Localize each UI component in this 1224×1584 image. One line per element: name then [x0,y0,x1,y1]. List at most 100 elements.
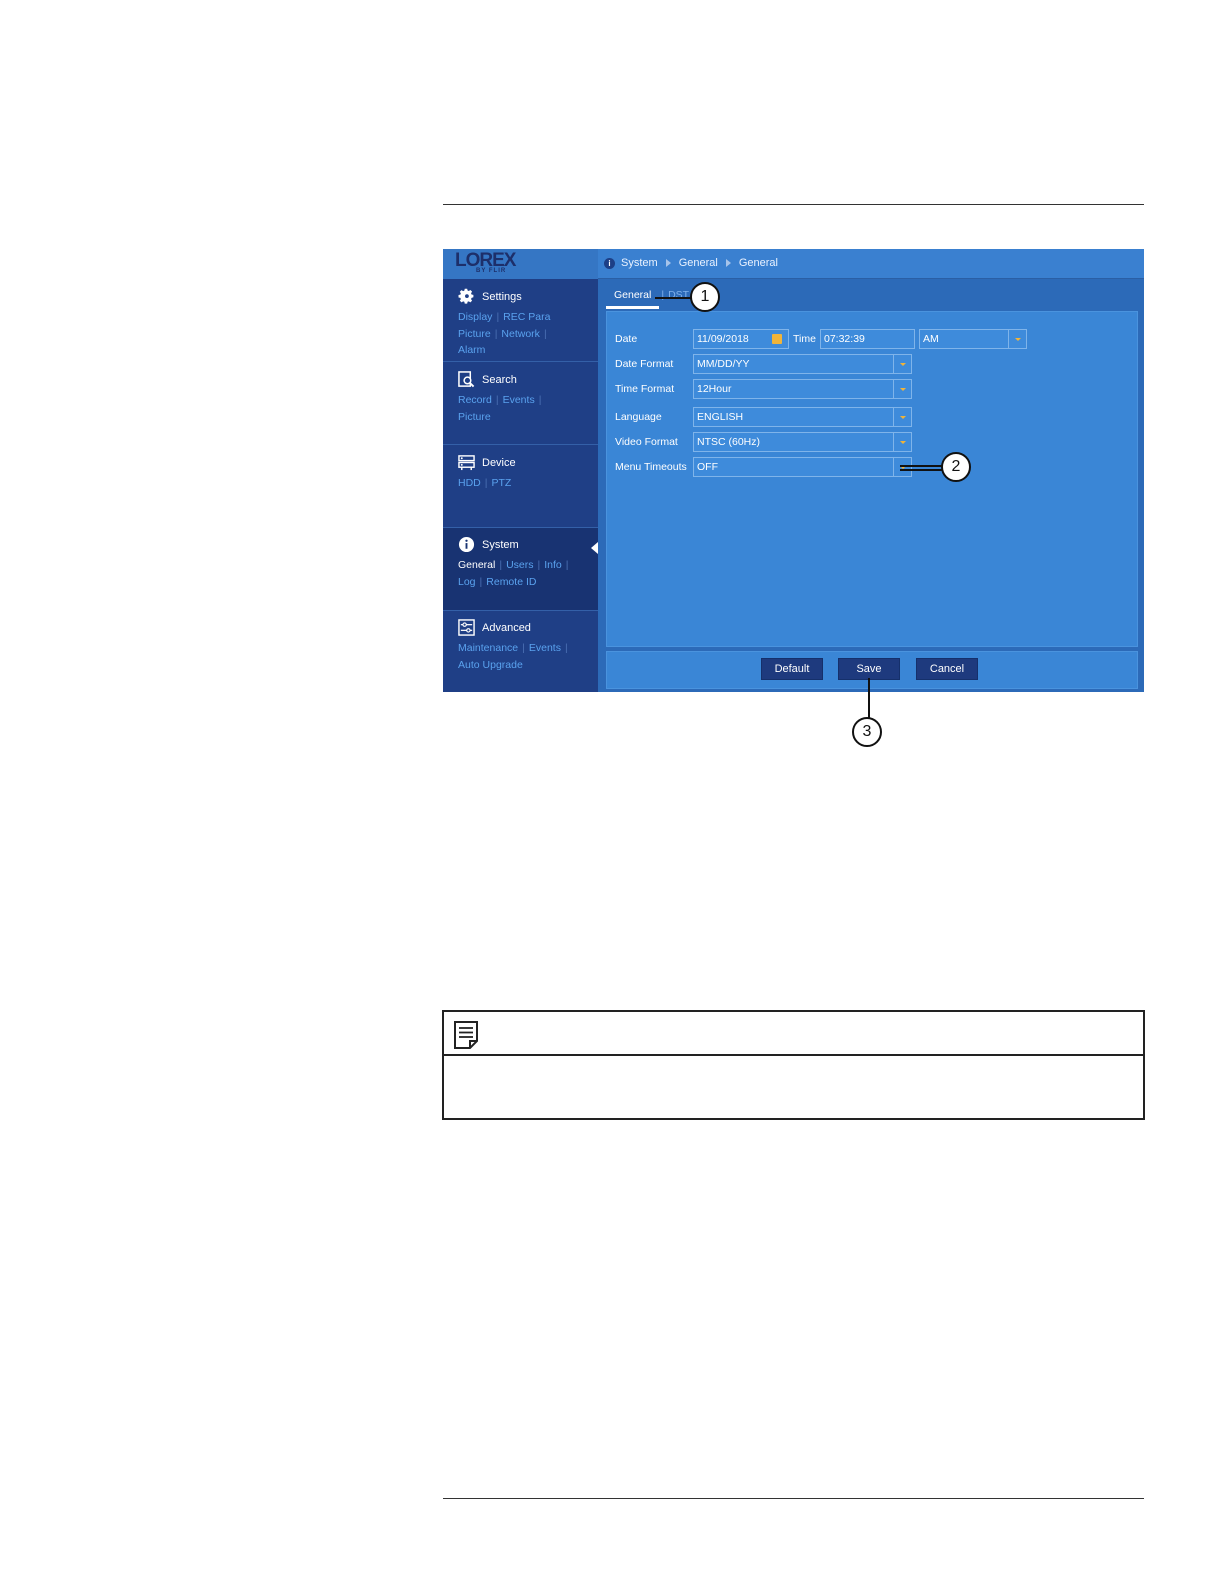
cancel-button[interactable]: Cancel [916,658,978,680]
video-format-select[interactable]: NTSC (60Hz) [693,432,912,452]
note-header [444,1012,1143,1056]
top-rule [443,204,1144,205]
dropdown-arrow-icon[interactable] [893,458,911,476]
search-icon [458,371,475,388]
callout-2-leader [900,465,942,467]
sidebar-link-alarm[interactable]: Alarm [458,344,485,356]
callout-1-leader [655,297,691,299]
link-separator: | [496,311,500,323]
menu-timeouts-value: OFF [697,461,718,473]
date-format-select[interactable]: MM/DD/YY [693,354,912,374]
dropdown-arrow-icon[interactable] [893,380,911,398]
dropdown-arrow-icon[interactable] [893,408,911,426]
sidebar-link-users[interactable]: Users [506,559,533,571]
link-separator: | [565,559,569,571]
sidebar-title-label: Advanced [482,621,531,634]
sidebar: Settings Display | REC Para Picture | Networ… [443,279,598,692]
sidebar-link-events[interactable]: Events [529,642,561,654]
device-icon [458,454,475,471]
sidebar-title-system[interactable]: System [458,536,519,553]
video-format-label: Video Format [615,436,678,448]
sidebar-title-label: System [482,538,519,551]
breadcrumb-item[interactable]: General [679,257,718,269]
sidebar-link-network[interactable]: Network [501,328,540,340]
sidebar-link-general[interactable]: General [458,559,495,571]
breadcrumb-item[interactable]: System [621,257,658,269]
time-format-select[interactable]: 12Hour [693,379,912,399]
menu-timeouts-select[interactable]: OFF [693,457,912,477]
sidebar-links-search: Record | Events | Picture [458,392,593,425]
date-field[interactable]: 11/09/2018 [693,329,789,349]
date-row: Date 11/09/2018 Time 07:32:39 AM [615,329,1027,349]
sidebar-link-rec-para[interactable]: REC Para [503,311,550,323]
link-separator: | [522,642,525,654]
sidebar-section-search: Search Record | Events | Picture [443,362,598,445]
lorex-logo: LOREX BY FLIR [443,249,598,279]
sidebar-links-advanced: Maintenance | Events | Auto Upgrade [458,640,593,673]
logo-sub: BY FLIR [476,268,507,274]
breadcrumb-item: General [738,257,778,269]
link-separator: | [538,394,542,406]
save-button[interactable]: Save [838,658,900,680]
sidebar-title-label: Settings [482,290,522,303]
calendar-icon[interactable] [772,334,782,344]
link-separator: | [543,327,547,340]
callout-2-leader [900,469,942,471]
breadcrumb-separator-icon [665,259,671,267]
sidebar-link-record[interactable]: Record [458,394,492,406]
button-bar: Default Save Cancel [606,651,1138,689]
ampm-select[interactable]: AM [919,329,1027,349]
ampm-value: AM [923,333,939,345]
bottom-rule [443,1498,1144,1499]
sidebar-link-picture[interactable]: Picture [458,328,491,340]
info-icon: i [604,257,615,269]
sidebar-link-log[interactable]: Log [458,576,476,588]
sidebar-link-events[interactable]: Events [503,394,535,406]
sidebar-title-settings[interactable]: Settings [458,288,522,305]
date-format-label: Date Format [615,358,674,370]
tab-general[interactable]: General [606,287,660,309]
sliders-icon [458,619,475,636]
video-format-row: Video Format NTSC (60Hz) [615,432,912,452]
link-separator: | [494,327,498,340]
sidebar-links-system: General | Users | Info | Log | Remote ID [458,557,593,590]
sidebar-title-label: Device [482,456,516,469]
menu-timeouts-row: Menu Timeouts OFF [615,457,912,477]
time-format-value: 12Hour [697,383,732,395]
date-value: 11/09/2018 [697,333,749,345]
gear-icon [458,288,475,305]
time-field[interactable]: 07:32:39 [820,329,915,349]
dropdown-arrow-icon[interactable] [893,355,911,373]
sidebar-link-info[interactable]: Info [544,559,562,571]
date-label: Date [615,333,638,345]
sidebar-title-search[interactable]: Search [458,371,517,388]
note-icon [453,1020,479,1050]
sidebar-section-advanced: Advanced Maintenance | Events | Auto Upgrad… [443,611,598,692]
link-separator: | [479,575,483,588]
link-separator: | [537,559,541,571]
sidebar-link-remote-id[interactable]: Remote ID [486,576,536,588]
callout-1: 1 [690,282,720,312]
default-button[interactable]: Default [761,658,823,680]
language-select[interactable]: ENGLISH [693,407,912,427]
sidebar-link-auto-upgrade[interactable]: Auto Upgrade [458,659,523,671]
sidebar-link-ptz[interactable]: PTZ [491,477,511,489]
dropdown-arrow-icon[interactable] [1008,330,1026,348]
link-separator: | [499,559,503,571]
date-format-value: MM/DD/YY [697,358,750,370]
sidebar-links-device: HDD | PTZ [458,475,593,492]
menu-timeouts-label: Menu Timeouts [615,461,687,473]
dvr-header: LOREX BY FLIR i System General General [443,249,1144,279]
sidebar-section-system: System General | Users | Info | Log | Remote ID [443,528,598,611]
sidebar-title-advanced[interactable]: Advanced [458,619,531,636]
breadcrumb-separator-icon [725,259,731,267]
dropdown-arrow-icon[interactable] [893,433,911,451]
time-label: Time [793,333,816,345]
sidebar-link-picture[interactable]: Picture [458,411,491,423]
sidebar-link-display[interactable]: Display [458,311,492,323]
breadcrumb: i System General General [604,257,778,269]
sidebar-link-hdd[interactable]: HDD [458,477,481,489]
sidebar-title-device[interactable]: Device [458,454,516,471]
sidebar-link-maintenance[interactable]: Maintenance [458,642,518,654]
link-separator: | [564,642,568,654]
